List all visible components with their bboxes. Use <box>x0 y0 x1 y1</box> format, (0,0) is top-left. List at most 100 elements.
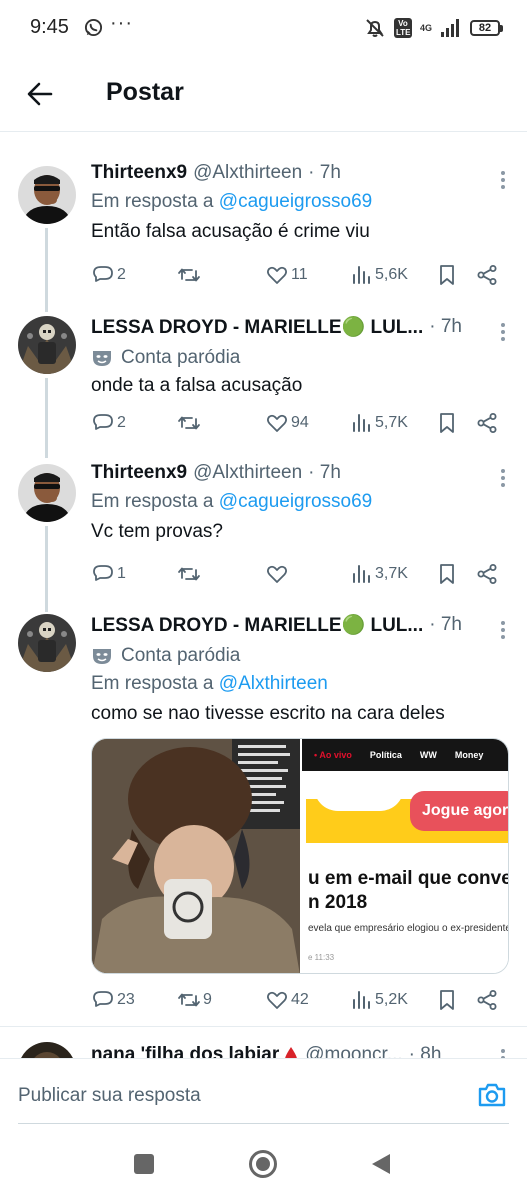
display-name[interactable]: nana 'filha dos labiar <box>91 1044 279 1058</box>
mention-link[interactable]: @Alxthirteen <box>219 673 328 694</box>
news-nav-item: WW <box>419 750 437 760</box>
tweet-text: como se nao tivesse escrito na cara dele… <box>91 703 445 724</box>
user-handle[interactable]: @Alxthirteen <box>193 462 302 484</box>
share-button[interactable] <box>475 262 499 288</box>
more-options-button[interactable] <box>491 168 515 192</box>
media-photo[interactable] <box>92 739 300 973</box>
heart-icon <box>266 266 288 284</box>
reply-prefix: Em resposta a <box>91 673 214 694</box>
news-nav: • Ao vivo Política WW Money <box>302 739 508 771</box>
top-app-bar: Postar <box>0 56 527 132</box>
like-count: 11 <box>291 266 308 283</box>
post-time[interactable]: · 7h <box>429 614 462 636</box>
like-button[interactable]: 94 <box>265 410 309 436</box>
repost-button[interactable] <box>177 410 203 436</box>
tweet-header: Thirteenx9 @Alxthirteen · 7h <box>91 160 513 186</box>
user-handle[interactable]: @mooncr... <box>305 1044 402 1058</box>
tweet-actions: 2 94 5,7K <box>91 410 513 436</box>
conversation-thread: Thirteenx9 @Alxthirteen · 7h Em resposta… <box>0 132 527 1058</box>
reply-icon <box>93 266 113 282</box>
tweet-text: Vc tem provas? <box>91 521 223 542</box>
view-count: 5,2K <box>375 991 408 1008</box>
like-button[interactable]: 11 <box>265 262 308 288</box>
news-headline: u em e-mail que conve n 2018 <box>308 867 509 915</box>
news-headline-line: u em e-mail que conve <box>308 868 509 889</box>
share-button[interactable] <box>475 561 499 587</box>
home-button[interactable] <box>248 1149 278 1184</box>
status-time: 9:45 <box>30 16 69 38</box>
views-button[interactable]: 3,7K <box>349 561 408 587</box>
display-name[interactable]: LESSA DROYD - MARIELLE🟢 LUL... <box>91 613 423 637</box>
avatar[interactable] <box>18 614 76 672</box>
status-bar: 9:45 ··· Vo LTE 4G 82 <box>0 0 527 56</box>
bookmark-button[interactable] <box>435 561 459 587</box>
news-subline: evela que empresário elogiou o ex-presid… <box>308 923 509 934</box>
avatar[interactable] <box>18 1042 76 1058</box>
post-time[interactable]: · 7h <box>308 462 341 484</box>
share-icon <box>477 413 497 433</box>
media-news-screenshot[interactable]: • Ao vivo Política WW Money Jogue agora … <box>302 739 509 973</box>
bookmark-button[interactable] <box>435 987 459 1013</box>
arrow-left-icon <box>27 82 53 106</box>
more-options-button[interactable] <box>491 618 515 642</box>
like-button[interactable] <box>265 561 291 587</box>
back-nav-button[interactable] <box>370 1152 392 1181</box>
repost-button[interactable] <box>177 561 203 587</box>
repost-button[interactable] <box>177 262 203 288</box>
tweet-text: onde ta a falsa acusação <box>91 375 303 396</box>
bookmark-icon <box>440 265 454 285</box>
avatar[interactable] <box>18 464 76 522</box>
reply-button[interactable]: 1 <box>91 561 126 587</box>
back-button[interactable] <box>22 76 58 112</box>
reply-button[interactable]: 2 <box>91 262 126 288</box>
post-time[interactable]: · 7h <box>429 316 462 338</box>
user-handle[interactable]: @Alxthirteen <box>193 162 302 184</box>
battery-level: 82 <box>478 22 492 34</box>
news-headline-line: n 2018 <box>308 892 368 913</box>
avatar[interactable] <box>18 316 76 374</box>
circle-icon <box>249 1150 277 1178</box>
display-name[interactable]: LESSA DROYD - MARIELLE🟢 LUL... <box>91 315 423 339</box>
recents-button[interactable] <box>132 1152 156 1181</box>
reply-button[interactable]: 2 <box>91 410 126 436</box>
more-options-button[interactable] <box>491 466 515 490</box>
post-time[interactable]: · 8h <box>409 1044 442 1058</box>
reply-input[interactable]: Publicar sua resposta <box>18 1085 201 1107</box>
repost-icon <box>178 567 200 581</box>
mention-link[interactable]: @cagueigrosso69 <box>219 191 372 212</box>
tweet-text: Então falsa acusação é crime viu <box>91 221 370 242</box>
whatsapp-icon <box>84 18 103 37</box>
parody-label: Conta paródia <box>91 345 513 370</box>
more-options-button[interactable] <box>491 320 515 344</box>
reply-prefix: Em resposta a <box>91 491 214 512</box>
tweet-media[interactable]: • Ao vivo Política WW Money Jogue agora … <box>91 738 509 974</box>
reply-count: 2 <box>117 266 126 283</box>
post-time[interactable]: · 7h <box>308 162 341 184</box>
display-name[interactable]: Thirteenx9 <box>91 162 187 184</box>
parody-label: Conta paródia <box>91 643 513 668</box>
camera-button[interactable] <box>477 1081 507 1114</box>
reply-context: Em resposta a @Alxthirteen <box>91 673 513 698</box>
repost-button[interactable]: 9 <box>177 987 212 1013</box>
bookmark-icon <box>440 564 454 584</box>
views-button[interactable]: 5,6K <box>349 262 408 288</box>
thread-connector <box>45 378 48 458</box>
views-icon <box>353 565 370 583</box>
view-count: 5,6K <box>375 266 408 283</box>
views-button[interactable]: 5,2K <box>349 987 408 1013</box>
reply-count: 2 <box>117 414 126 431</box>
share-button[interactable] <box>475 410 499 436</box>
reply-button[interactable]: 23 <box>91 987 135 1013</box>
avatar[interactable] <box>18 166 76 224</box>
share-button[interactable] <box>475 987 499 1013</box>
bookmark-button[interactable] <box>435 410 459 436</box>
share-icon <box>477 990 497 1010</box>
display-name[interactable]: Thirteenx9 <box>91 462 187 484</box>
more-options-button[interactable] <box>491 1046 515 1058</box>
like-button[interactable]: 42 <box>265 987 309 1013</box>
bookmark-button[interactable] <box>435 262 459 288</box>
views-button[interactable]: 5,7K <box>349 410 408 436</box>
status-icons: Vo LTE 4G 82 <box>364 14 503 42</box>
views-icon <box>353 991 370 1009</box>
mention-link[interactable]: @cagueigrosso69 <box>219 491 372 512</box>
